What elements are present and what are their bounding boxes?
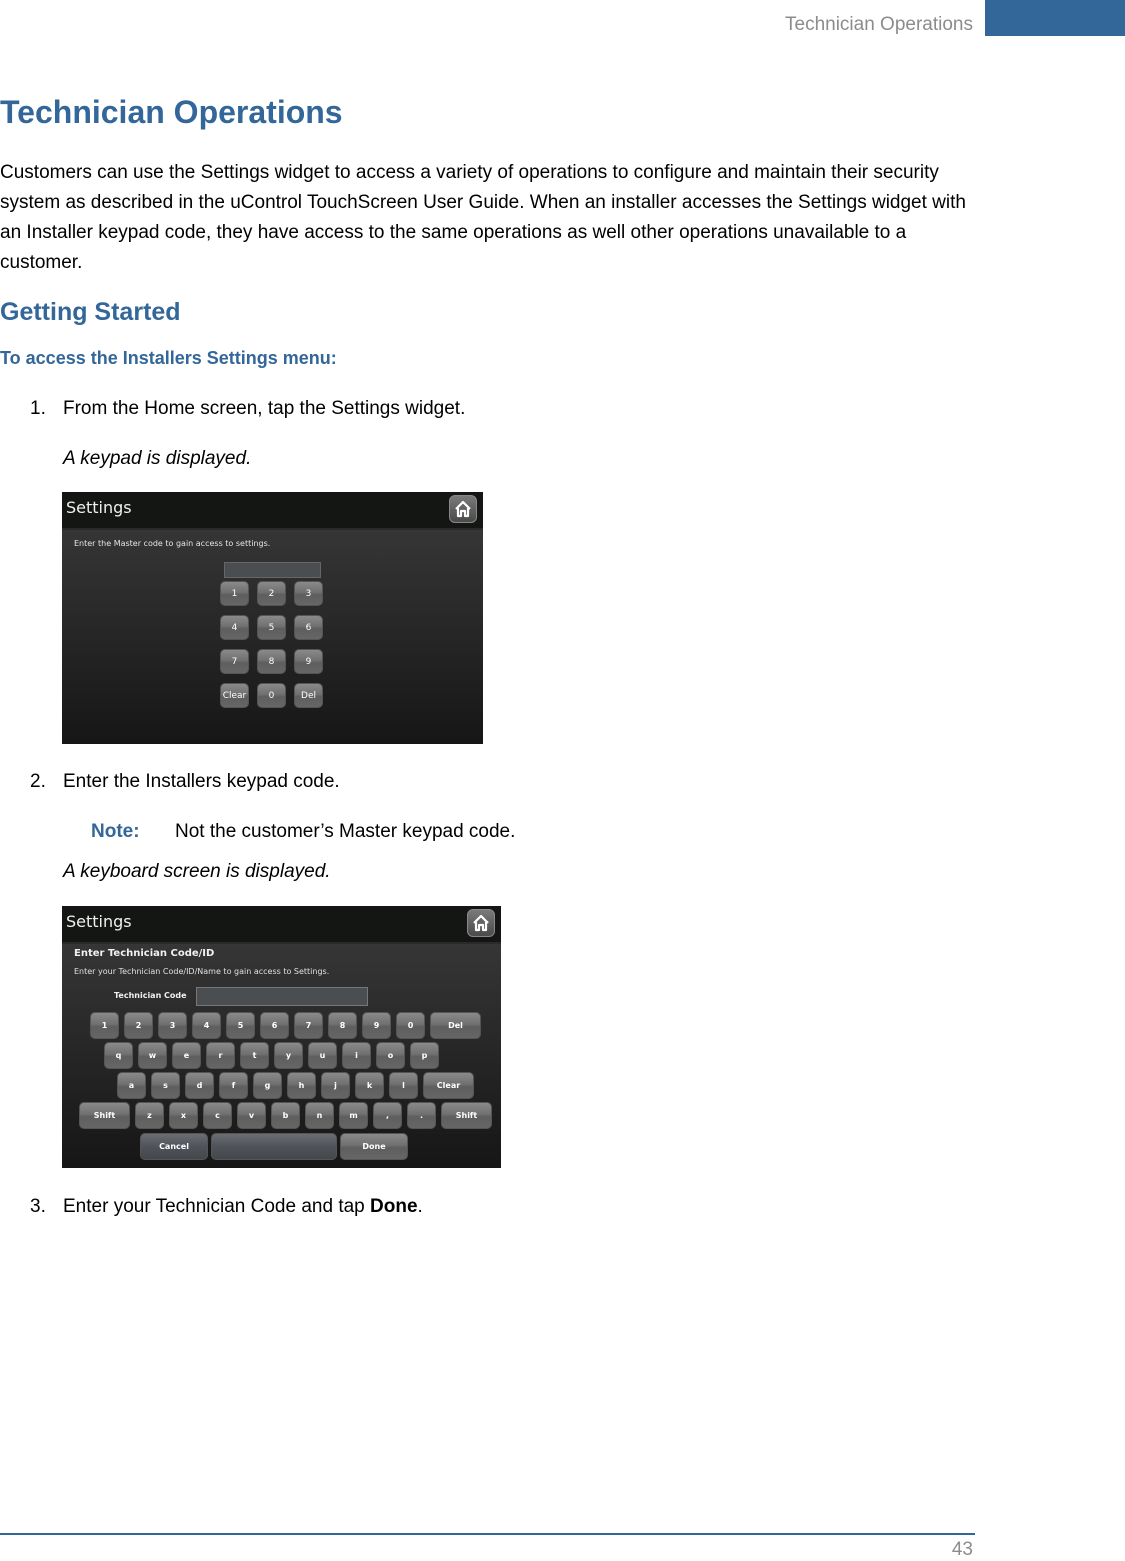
key-clear[interactable]: Clear: [220, 683, 249, 708]
key-u[interactable]: u: [308, 1042, 337, 1069]
key-w[interactable]: w: [138, 1042, 167, 1069]
screen-title: Settings: [66, 498, 132, 517]
note-text: Not the customer’s Master keypad code.: [175, 821, 516, 842]
step-text-end: .: [417, 1196, 423, 1217]
key-space[interactable]: [211, 1133, 337, 1160]
key-h[interactable]: h: [287, 1072, 316, 1099]
key-q[interactable]: q: [104, 1042, 133, 1069]
key-1[interactable]: 1: [90, 1012, 119, 1039]
technician-code-label: Technician Code: [114, 991, 187, 1000]
key-e[interactable]: e: [172, 1042, 201, 1069]
key-clear[interactable]: Clear: [423, 1072, 474, 1099]
step-2: 2. Enter the Installers keypad code.: [30, 771, 340, 793]
key-a[interactable]: a: [117, 1072, 146, 1099]
screen-titlebar: Settings: [62, 906, 501, 944]
key-period[interactable]: .: [407, 1102, 436, 1129]
procedure-heading: To access the Installers Settings menu:: [0, 348, 337, 368]
key-v[interactable]: v: [237, 1102, 266, 1129]
keyboard-prompt: Enter your Technician Code/ID/Name to ga…: [74, 967, 330, 976]
key-8[interactable]: 8: [328, 1012, 357, 1039]
key-6[interactable]: 6: [260, 1012, 289, 1039]
step-text: Enter the Installers keypad code.: [63, 771, 340, 792]
key-5[interactable]: 5: [257, 615, 286, 640]
key-cancel[interactable]: Cancel: [140, 1133, 208, 1160]
key-f[interactable]: f: [219, 1072, 248, 1099]
key-z[interactable]: z: [135, 1102, 164, 1129]
key-del[interactable]: Del: [430, 1012, 481, 1039]
key-m[interactable]: m: [339, 1102, 368, 1129]
step-1: 1. From the Home screen, tap the Settings…: [30, 398, 465, 420]
key-7[interactable]: 7: [220, 649, 249, 674]
screen-titlebar: Settings: [62, 492, 483, 530]
key-4[interactable]: 4: [220, 615, 249, 640]
key-l[interactable]: l: [389, 1072, 418, 1099]
key-r[interactable]: r: [206, 1042, 235, 1069]
key-g[interactable]: g: [253, 1072, 282, 1099]
header-accent-block: [985, 0, 1125, 36]
pin-input[interactable]: [224, 562, 321, 578]
key-done[interactable]: Done: [340, 1133, 408, 1160]
step-3: 3. Enter your Technician Code and tap Don…: [30, 1196, 423, 1218]
key-comma[interactable]: ,: [373, 1102, 402, 1129]
key-8[interactable]: 8: [257, 649, 286, 674]
key-9[interactable]: 9: [294, 649, 323, 674]
key-t[interactable]: t: [240, 1042, 269, 1069]
intro-paragraph: Customers can use the Settings widget to…: [0, 162, 966, 273]
note: Note: Not the customer’s Master keypad co…: [91, 821, 515, 843]
key-i[interactable]: i: [342, 1042, 371, 1069]
footer-rule: [0, 1533, 975, 1535]
step-text: Enter your Technician Code and tap: [63, 1196, 371, 1217]
key-shift[interactable]: Shift: [79, 1102, 130, 1129]
step-1-result: A keypad is displayed.: [63, 448, 252, 469]
step-number: 2.: [30, 771, 46, 792]
key-x[interactable]: x: [169, 1102, 198, 1129]
key-3[interactable]: 3: [158, 1012, 187, 1039]
key-0[interactable]: 0: [257, 683, 286, 708]
key-d[interactable]: d: [185, 1072, 214, 1099]
key-o[interactable]: o: [376, 1042, 405, 1069]
keypad-prompt: Enter the Master code to gain access to …: [74, 539, 271, 548]
key-n[interactable]: n: [305, 1102, 334, 1129]
step-text-bold: Done: [370, 1196, 418, 1217]
keypad-screenshot: Settings Enter the Master code to gain a…: [62, 492, 483, 744]
running-header: Technician Operations: [785, 14, 973, 35]
screen-title: Settings: [66, 912, 132, 931]
keyboard-screenshot: Settings Enter Technician Code/ID Enter …: [62, 906, 501, 1168]
home-icon: [455, 500, 471, 518]
page-number: 43: [951, 1539, 973, 1560]
key-b[interactable]: b: [271, 1102, 300, 1129]
key-p[interactable]: p: [410, 1042, 439, 1069]
step-number: 3.: [30, 1196, 46, 1217]
key-9[interactable]: 9: [362, 1012, 391, 1039]
key-6[interactable]: 6: [294, 615, 323, 640]
screen-subtitle: Enter Technician Code/ID: [74, 948, 215, 959]
key-s[interactable]: s: [151, 1072, 180, 1099]
home-icon: [473, 914, 489, 932]
key-j[interactable]: j: [321, 1072, 350, 1099]
section-heading: Getting Started: [0, 298, 181, 326]
key-shift[interactable]: Shift: [441, 1102, 492, 1129]
step-2-result: A keyboard screen is displayed.: [63, 861, 331, 882]
key-c[interactable]: c: [203, 1102, 232, 1129]
key-0[interactable]: 0: [396, 1012, 425, 1039]
step-number: 1.: [30, 398, 46, 419]
key-2[interactable]: 2: [257, 581, 286, 606]
key-4[interactable]: 4: [192, 1012, 221, 1039]
key-3[interactable]: 3: [294, 581, 323, 606]
key-1[interactable]: 1: [220, 581, 249, 606]
home-button[interactable]: [449, 495, 477, 523]
key-y[interactable]: y: [274, 1042, 303, 1069]
key-5[interactable]: 5: [226, 1012, 255, 1039]
key-del[interactable]: Del: [294, 683, 323, 708]
home-button[interactable]: [467, 909, 495, 937]
key-7[interactable]: 7: [294, 1012, 323, 1039]
note-label: Note:: [91, 821, 140, 842]
step-text: From the Home screen, tap the Settings w…: [63, 398, 466, 419]
page-title: Technician Operations: [0, 94, 343, 130]
key-2[interactable]: 2: [124, 1012, 153, 1039]
key-k[interactable]: k: [355, 1072, 384, 1099]
technician-code-input[interactable]: [196, 987, 368, 1006]
